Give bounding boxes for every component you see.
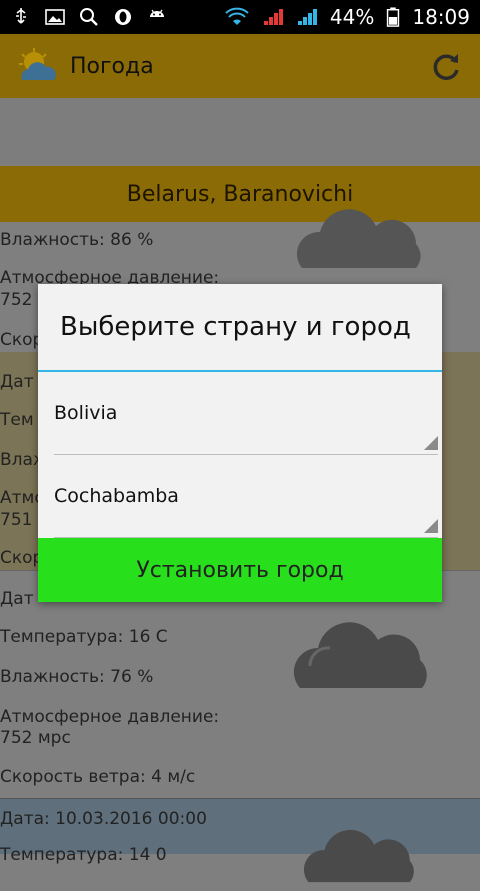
dialog-title: Выберите страну и город [38, 284, 442, 372]
temperature-text: Температура: 16 C [0, 627, 168, 647]
image-icon [45, 9, 65, 25]
wind-text: Скор [0, 548, 44, 568]
pressure-value: 751 [0, 510, 33, 530]
battery-icon [387, 7, 400, 27]
date-text: Дата: 10.03.2016 00:00 [0, 809, 207, 829]
humidity-text: Влажность: 86 % [0, 230, 154, 250]
search-icon [80, 8, 98, 26]
status-time: 18:09 [412, 5, 470, 29]
cloud-icon [296, 209, 421, 268]
spinner-arrow-icon [424, 519, 438, 533]
humidity-text: Влажность: 76 % [0, 667, 154, 687]
forecast-item: Дат Температура: 16 C Влажность: 76 % Ат… [0, 570, 480, 798]
opera-icon [115, 9, 131, 25]
refresh-icon[interactable] [428, 48, 464, 84]
weather-cloud-sun-icon [19, 48, 56, 80]
signal-icon [263, 9, 283, 25]
pressure-value: 752 мрс [0, 728, 71, 748]
cloud-icon [303, 829, 414, 883]
pressure-value: 752 [0, 290, 33, 310]
date-text: Дат [0, 589, 34, 609]
usb-icon [16, 8, 26, 24]
set-city-button[interactable]: Установить город [38, 538, 442, 602]
wifi-icon [225, 7, 249, 25]
wind-text: Скор [0, 330, 44, 350]
signal-icon [297, 9, 317, 25]
forecast-item: Дата: 10.03.2016 00:00 Температура: 14 0 [0, 798, 480, 883]
spacer-band [0, 98, 480, 164]
app-title: Погода [70, 53, 154, 79]
android-icon [150, 9, 164, 17]
country-value: Bolivia [54, 402, 118, 424]
date-text: Дат [0, 372, 34, 392]
city-spinner[interactable]: Cochabamba [54, 455, 438, 538]
spinner-arrow-icon [424, 436, 438, 450]
pressure-label: Атмосферное давление: [0, 707, 220, 727]
temperature-text: Температура: 14 0 [0, 845, 167, 865]
temperature-text: Тем [0, 410, 34, 430]
city-value: Cochabamba [54, 485, 179, 507]
wind-text: Скорость ветра: 4 м/с [0, 767, 196, 787]
city-picker-dialog: Выберите страну и город Bolivia Cochabam… [38, 284, 442, 602]
action-bar: Погода [0, 34, 480, 98]
status-icons-right: 44% 18:09 [224, 5, 470, 29]
status-bar: 44% 18:09 [0, 0, 480, 34]
country-spinner[interactable]: Bolivia [54, 372, 438, 455]
status-icons-left [10, 7, 168, 27]
cloud-icon [293, 622, 427, 688]
battery-percent: 44% [329, 5, 375, 29]
